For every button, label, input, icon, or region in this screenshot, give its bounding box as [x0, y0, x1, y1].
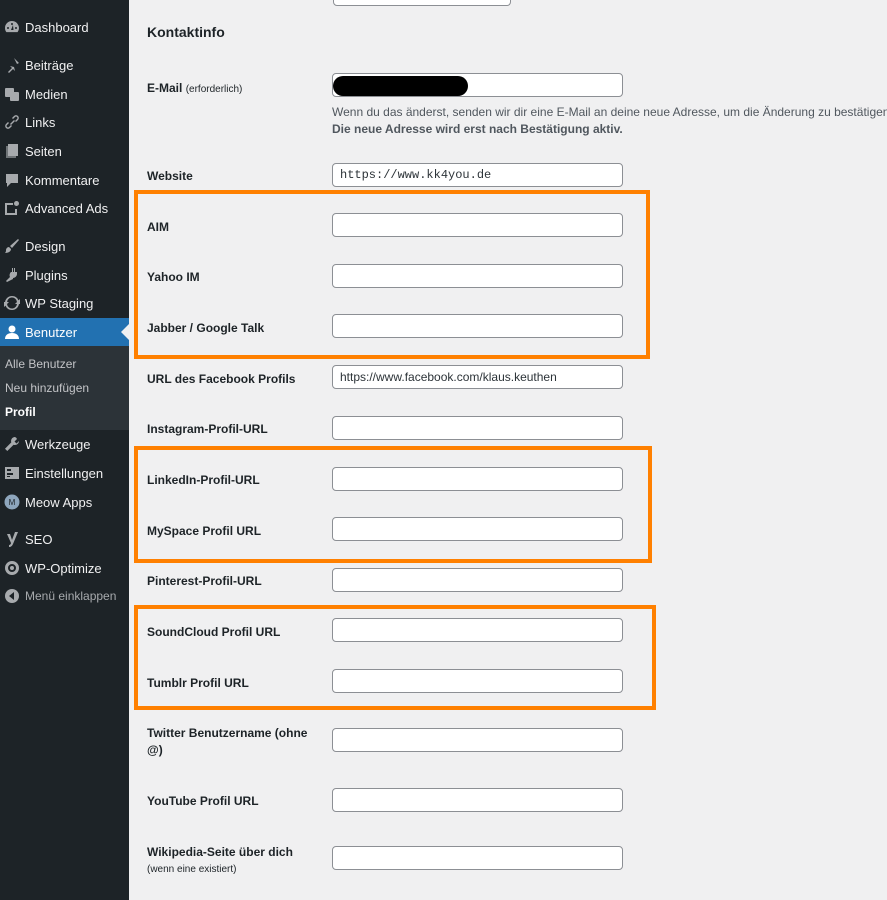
highlight-box-linkedin-myspace — [134, 446, 652, 563]
menu-benutzer[interactable]: Benutzer — [0, 318, 129, 346]
menu-meow-apps[interactable]: M Meow Apps — [0, 488, 129, 516]
menu-links[interactable]: Links — [0, 108, 129, 136]
pin-icon — [3, 56, 21, 74]
menu-design[interactable]: Design — [0, 232, 129, 260]
menu-label: Werkzeuge — [25, 436, 91, 452]
youtube-input[interactable] — [332, 788, 623, 812]
collapse-icon — [3, 587, 21, 605]
menu-label: WP-Optimize — [25, 560, 102, 576]
menu-label: Seiten — [25, 143, 62, 159]
submenu-alle-benutzer[interactable]: Alle Benutzer — [5, 357, 76, 371]
brush-icon — [3, 237, 21, 255]
twitter-label-line2: @) — [147, 743, 163, 757]
submenu-neu-hinzufuegen[interactable]: Neu hinzufügen — [5, 381, 89, 395]
email-required-note: (erforderlich) — [185, 84, 243, 95]
email-description-bold: Die neue Adresse wird erst nach Bestätig… — [332, 122, 623, 136]
menu-label: Einstellungen — [25, 465, 104, 481]
wikipedia-label: Wikipedia-Seite über dich (wenn eine exi… — [147, 844, 293, 878]
menu-kommentare[interactable]: Kommentare — [0, 166, 129, 194]
staging-icon — [3, 294, 21, 312]
menu-einstellungen[interactable]: Einstellungen — [0, 459, 129, 487]
instagram-label: Instagram-Profil-URL — [147, 422, 268, 436]
menu-label: Design — [25, 238, 66, 254]
menu-label: Dashboard — [25, 19, 89, 35]
twitter-label-line1: Twitter Benutzername (ohne — [147, 726, 308, 740]
main-content: Kontaktinfo E-Mail (erforderlich) Wenn d… — [129, 0, 887, 900]
active-indicator-arrow — [121, 324, 129, 340]
meow-icon: M — [3, 493, 21, 511]
website-label: Website — [147, 169, 193, 183]
yoast-icon — [3, 530, 21, 548]
menu-label: Menü einklappen — [25, 589, 117, 603]
section-title: Kontaktinfo — [147, 24, 225, 40]
email-description-line1: Wenn du das änderst, senden wir dir eine… — [332, 105, 887, 119]
wrench-icon — [3, 435, 21, 453]
previous-field-input[interactable] — [333, 0, 511, 6]
menu-label: Links — [25, 114, 56, 130]
menu-label: Plugins — [25, 267, 68, 283]
admin-sidebar: Dashboard Beiträge Medien Links Seiten K… — [0, 0, 129, 900]
pinterest-label: Pinterest-Profil-URL — [147, 574, 262, 588]
menu-label: Benutzer — [25, 324, 78, 340]
submenu-profil[interactable]: Profil — [5, 405, 36, 419]
email-label: E-Mail (erforderlich) — [147, 80, 242, 98]
comment-icon — [3, 171, 21, 189]
menu-werkzeuge[interactable]: Werkzeuge — [0, 430, 129, 458]
pinterest-input[interactable] — [332, 568, 623, 592]
email-description: Wenn du das änderst, senden wir dir eine… — [332, 104, 887, 138]
redacted-email — [333, 76, 468, 96]
menu-wp-staging[interactable]: WP Staging — [0, 289, 129, 317]
menu-beitraege[interactable]: Beiträge — [0, 51, 129, 79]
menu-collapse[interactable]: Menü einklappen — [0, 582, 129, 610]
twitter-input[interactable] — [332, 728, 623, 752]
instagram-input[interactable] — [332, 416, 623, 440]
menu-label: SEO — [25, 531, 53, 547]
youtube-label: YouTube Profil URL — [147, 794, 259, 808]
plug-icon — [3, 266, 21, 284]
menu-label: Kommentare — [25, 172, 100, 188]
wikipedia-label-note: (wenn eine existiert) — [147, 864, 237, 875]
menu-plugins[interactable]: Plugins — [0, 261, 129, 289]
menu-seo[interactable]: SEO — [0, 525, 129, 553]
wikipedia-input[interactable] — [332, 846, 623, 870]
settings-icon — [3, 464, 21, 482]
email-description-line2: Die neue Adresse wird erst nach Bestätig… — [332, 121, 887, 138]
menu-label: Beiträge — [25, 57, 74, 73]
menu-label: Advanced Ads — [25, 200, 109, 216]
email-label-text: E-Mail — [147, 81, 183, 95]
menu-label: WP Staging — [25, 295, 94, 311]
media-icon — [3, 85, 21, 103]
user-icon — [3, 323, 21, 341]
website-input[interactable]: https://www.kk4you.de — [332, 163, 623, 187]
menu-medien[interactable]: Medien — [0, 80, 129, 108]
users-submenu: Alle Benutzer Neu hinzufügen Profil — [0, 346, 129, 430]
pages-icon — [3, 142, 21, 160]
menu-wp-optimize[interactable]: WP-Optimize — [0, 554, 129, 582]
link-icon — [3, 113, 21, 131]
highlight-box-soundcloud-tumblr — [134, 605, 656, 710]
svg-text:M: M — [9, 498, 16, 507]
menu-label: Medien — [25, 86, 68, 102]
facebook-input[interactable]: https://www.facebook.com/klaus.keuthen — [332, 365, 623, 389]
dashboard-icon — [3, 18, 21, 36]
wikipedia-label-text: Wikipedia-Seite über dich — [147, 845, 293, 859]
advanced-ads-icon — [3, 199, 21, 217]
twitter-label: Twitter Benutzername (ohne @) — [147, 725, 307, 759]
menu-advanced-ads[interactable]: Advanced Ads — [0, 194, 129, 222]
menu-dashboard[interactable]: Dashboard — [0, 13, 129, 41]
optimize-icon — [3, 559, 21, 577]
facebook-label: URL des Facebook Profils — [147, 372, 296, 386]
menu-seiten[interactable]: Seiten — [0, 137, 129, 165]
highlight-box-messengers — [134, 190, 650, 359]
menu-label: Meow Apps — [25, 494, 93, 510]
